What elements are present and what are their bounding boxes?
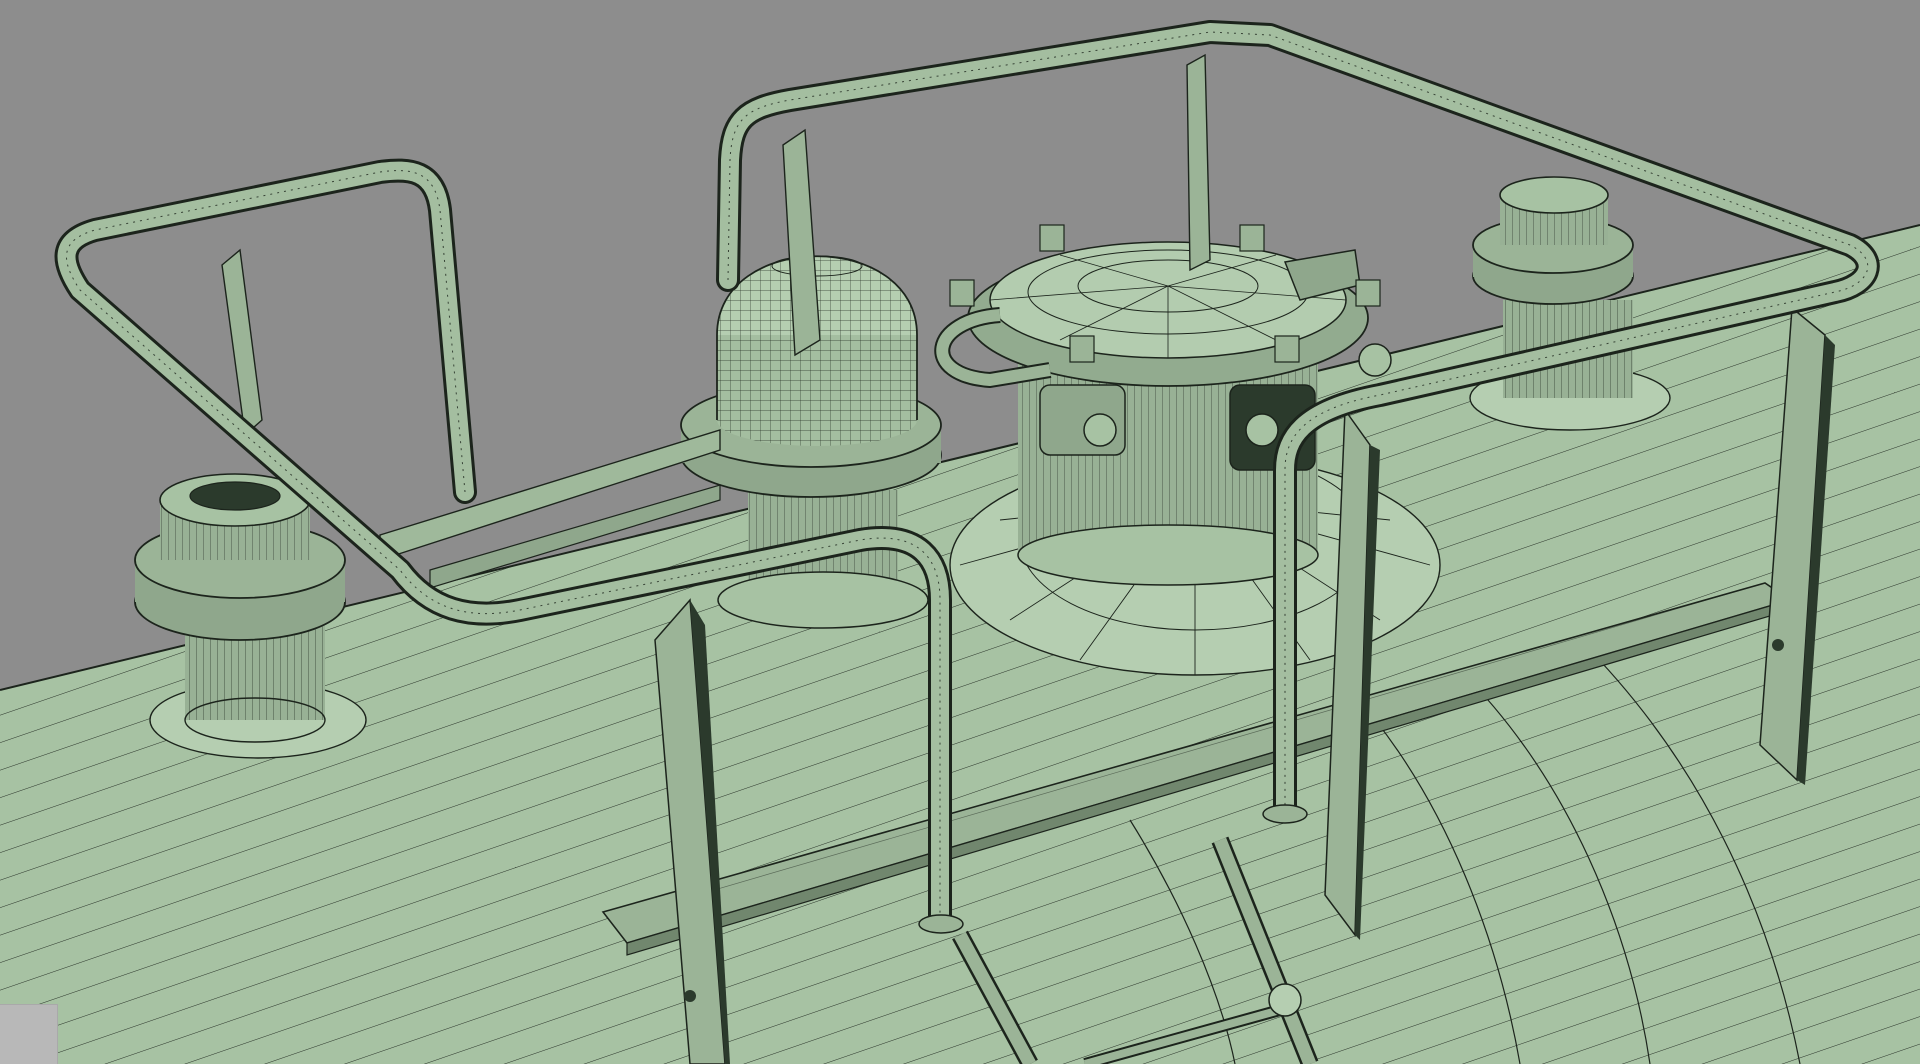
wireframe-scene <box>0 20 1920 1064</box>
3d-viewport[interactable] <box>0 0 1920 1064</box>
viewport-corner-tab[interactable] <box>0 1004 58 1064</box>
